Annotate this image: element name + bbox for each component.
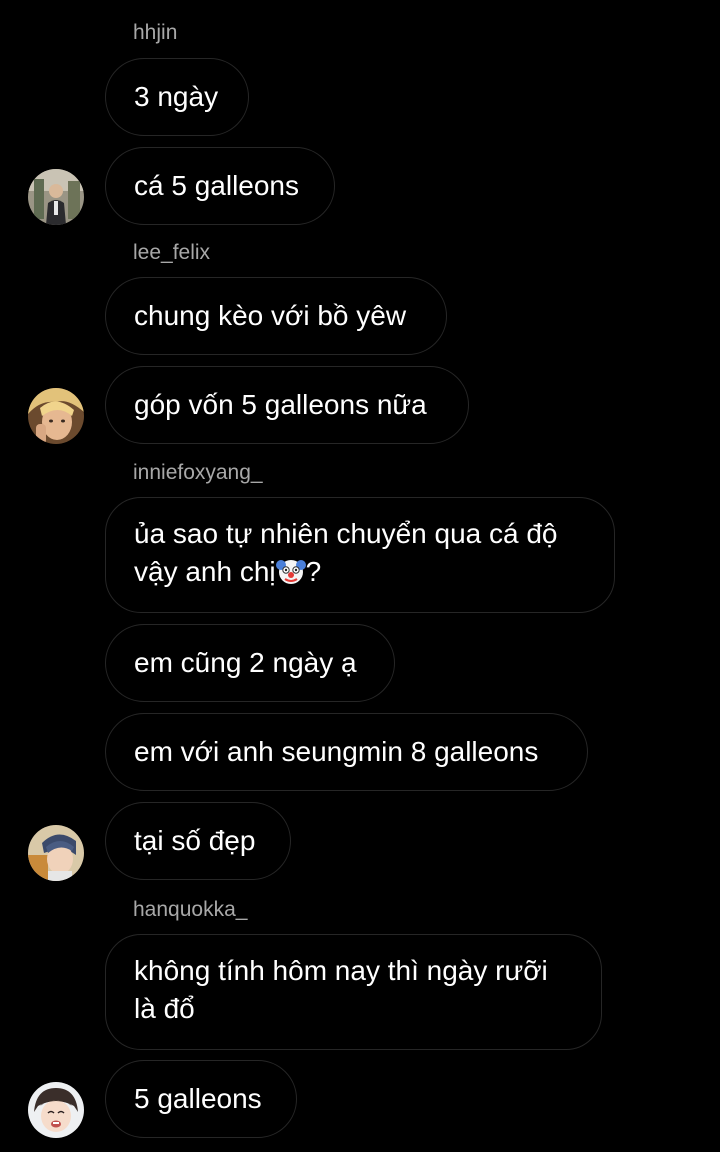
clown-face-icon [275,560,306,584]
message-line: không tính hôm nay thì ngày rưỡi [134,955,548,986]
message-bubble[interactable]: em với anh seungmin 8 galleons [105,713,588,791]
message-bubble[interactable]: cá 5 galleons [105,147,335,225]
sender-username[interactable]: hhjin [133,20,177,46]
message-line: ủa sao tự nhiên chuyển qua cá độ [134,518,558,549]
sender-avatar[interactable] [28,169,84,225]
message-text: góp vốn 5 galleons nữa [134,389,427,420]
message-text: 3 ngày [134,81,219,112]
message-bubble[interactable]: chung kèo với bồ yêw [105,277,447,355]
sender-username[interactable]: hanquokka_ [133,897,247,923]
message-text: 5 galleons [134,1083,262,1114]
message-text: em cũng 2 ngày ạ [134,647,357,678]
message-text: cá 5 galleons [134,170,300,201]
message-bubble[interactable]: 5 galleons [105,1060,297,1138]
message-text: ủa sao tự nhiên chuyển qua cá độ vậy anh… [134,515,558,591]
sender-username[interactable]: lee_felix [133,240,210,266]
sender-avatar[interactable] [28,825,84,881]
sender-username[interactable]: inniefoxyang_ [133,460,263,486]
sender-avatar[interactable] [28,1082,84,1138]
message-bubble[interactable]: góp vốn 5 galleons nữa [105,366,469,444]
message-text: không tính hôm nay thì ngày rưỡi là đổ [134,952,548,1028]
message-text: em với anh seungmin 8 galleons [134,736,539,767]
sender-avatar[interactable] [28,388,84,444]
message-text-suffix: ? [305,556,322,587]
message-bubble[interactable]: tại số đẹp [105,802,291,880]
message-text: tại số đẹp [134,825,256,856]
message-line: là đổ [134,993,195,1024]
message-bubble[interactable]: 3 ngày [105,58,249,136]
message-line: vậy anh chị [134,556,276,587]
message-text: chung kèo với bồ yêw [134,300,407,331]
message-bubble[interactable]: em cũng 2 ngày ạ [105,624,395,702]
message-bubble[interactable]: không tính hôm nay thì ngày rưỡi là đổ [105,934,602,1050]
message-bubble[interactable]: ủa sao tự nhiên chuyển qua cá độ vậy anh… [105,497,615,613]
